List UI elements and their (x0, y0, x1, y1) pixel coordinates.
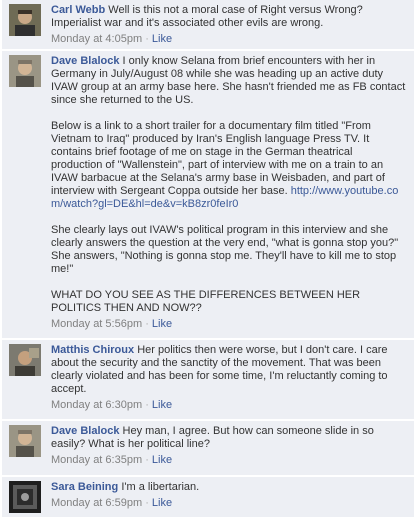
comment-timestamp[interactable]: Monday at 6:59pm (51, 497, 142, 509)
comment-text-continued: She clearly lays out IVAW's political pr… (51, 224, 399, 314)
profile-photo-icon (9, 425, 41, 457)
comment-meta: Monday at 6:35pm · Like (51, 453, 406, 467)
profile-photo-icon (9, 4, 41, 36)
profile-photo-icon (9, 344, 41, 376)
comment-text: I'm a libertarian. (121, 481, 200, 493)
comment: Carl Webb Well is this not a moral case … (2, 0, 414, 50)
comment-timestamp[interactable]: Monday at 6:30pm (51, 399, 142, 411)
meta-separator: · (145, 454, 149, 466)
comment-author[interactable]: Dave Blalock (51, 425, 119, 437)
meta-separator: · (145, 399, 149, 411)
profile-photo-icon (9, 55, 41, 87)
comment-meta: Monday at 4:05pm · Like (51, 32, 406, 46)
like-link[interactable]: Like (152, 497, 172, 509)
comment-thread: Carl Webb Well is this not a moral case … (0, 0, 420, 518)
meta-separator: · (145, 497, 149, 509)
comment-meta: Monday at 6:59pm · Like (51, 496, 406, 510)
comment-timestamp[interactable]: Monday at 6:35pm (51, 454, 142, 466)
meta-separator: · (145, 318, 149, 330)
profile-photo-icon (9, 481, 41, 513)
comment-meta: Monday at 5:56pm · Like (51, 317, 406, 331)
comment-author[interactable]: Dave Blalock (51, 55, 119, 67)
like-link[interactable]: Like (152, 399, 172, 411)
avatar[interactable] (9, 481, 41, 513)
comment: Sara Beining I'm a libertarian. Monday a… (2, 477, 414, 518)
meta-separator: · (145, 33, 149, 45)
comment-meta: Monday at 6:30pm · Like (51, 398, 406, 412)
like-link[interactable]: Like (152, 33, 172, 45)
comment-text: I only know Selana from brief encounters… (51, 55, 406, 197)
comment-timestamp[interactable]: Monday at 4:05pm (51, 33, 142, 45)
comment: Dave Blalock I only know Selana from bri… (2, 51, 414, 339)
comment: Dave Blalock Hey man, I agree. But how c… (2, 421, 414, 476)
avatar[interactable] (9, 344, 41, 376)
comment-author[interactable]: Carl Webb (51, 4, 105, 16)
comment-author[interactable]: Matthis Chiroux (51, 344, 134, 356)
avatar[interactable] (9, 425, 41, 457)
comment: Matthis Chiroux Her politics then were w… (2, 340, 414, 420)
comment-timestamp[interactable]: Monday at 5:56pm (51, 318, 142, 330)
like-link[interactable]: Like (152, 318, 172, 330)
avatar[interactable] (9, 4, 41, 36)
avatar[interactable] (9, 55, 41, 87)
comment-author[interactable]: Sara Beining (51, 481, 118, 493)
like-link[interactable]: Like (152, 454, 172, 466)
